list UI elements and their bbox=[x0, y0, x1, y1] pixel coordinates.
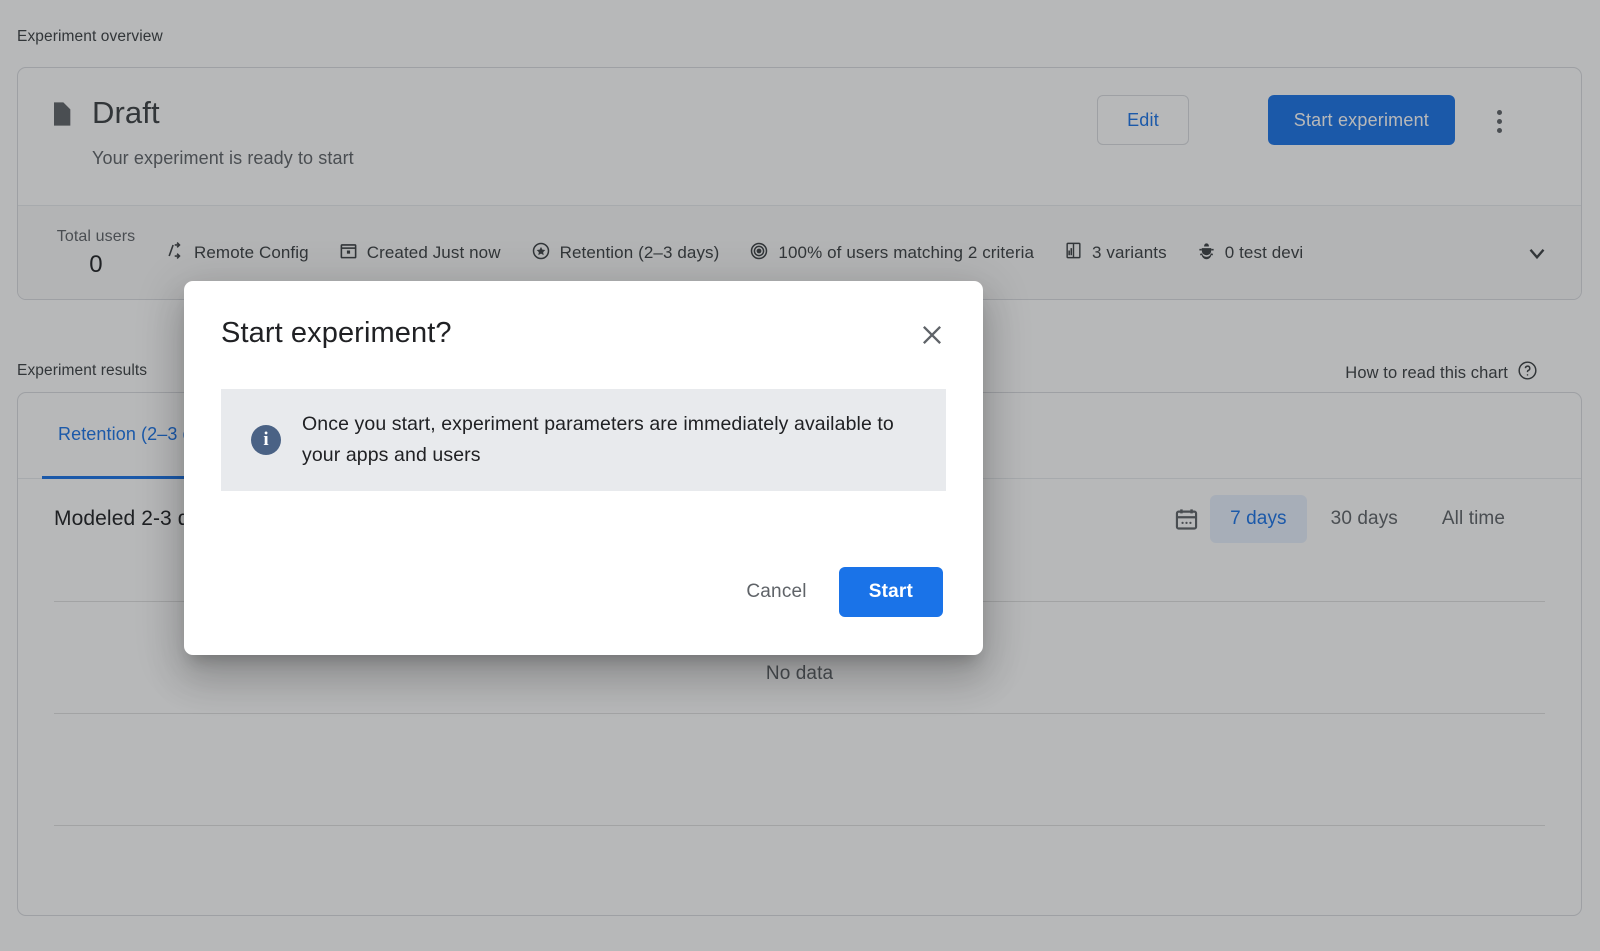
dialog-title: Start experiment? bbox=[221, 317, 452, 350]
info-icon: i bbox=[251, 425, 281, 455]
dialog-info-text: Once you start, experiment parameters ar… bbox=[302, 409, 916, 471]
dialog-actions: Cancel Start bbox=[726, 567, 943, 617]
close-icon[interactable] bbox=[914, 317, 950, 353]
start-button[interactable]: Start bbox=[839, 567, 943, 617]
cancel-button[interactable]: Cancel bbox=[726, 567, 826, 617]
dialog-info-banner: i Once you start, experiment parameters … bbox=[221, 389, 946, 491]
start-experiment-dialog: Start experiment? i Once you start, expe… bbox=[184, 281, 983, 655]
